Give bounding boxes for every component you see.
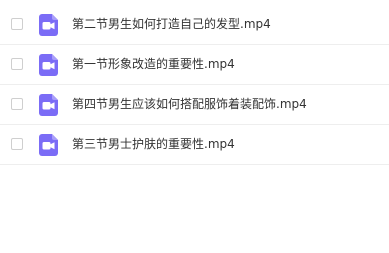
row-checkbox[interactable] bbox=[11, 138, 23, 150]
row-checkbox[interactable] bbox=[11, 98, 23, 110]
file-name[interactable]: 第二节男生如何打造自己的发型.mp4 bbox=[72, 17, 271, 31]
file-list: 第二节男生如何打造自己的发型.mp4 第一节形象改造的重要性.mp4 第四节男生… bbox=[0, 5, 389, 165]
file-name[interactable]: 第一节形象改造的重要性.mp4 bbox=[72, 57, 235, 71]
video-file-icon bbox=[39, 14, 58, 36]
video-file-icon bbox=[39, 134, 58, 156]
video-file-icon bbox=[39, 54, 58, 76]
file-name[interactable]: 第三节男士护肤的重要性.mp4 bbox=[72, 137, 235, 151]
row-checkbox[interactable] bbox=[11, 18, 23, 30]
file-row[interactable]: 第一节形象改造的重要性.mp4 bbox=[0, 45, 389, 85]
row-checkbox[interactable] bbox=[11, 58, 23, 70]
file-name[interactable]: 第四节男生应该如何搭配服饰着装配饰.mp4 bbox=[72, 97, 307, 111]
video-file-icon bbox=[39, 94, 58, 116]
file-row[interactable]: 第三节男士护肤的重要性.mp4 bbox=[0, 125, 389, 165]
file-row[interactable]: 第二节男生如何打造自己的发型.mp4 bbox=[0, 5, 389, 45]
file-row[interactable]: 第四节男生应该如何搭配服饰着装配饰.mp4 bbox=[0, 85, 389, 125]
